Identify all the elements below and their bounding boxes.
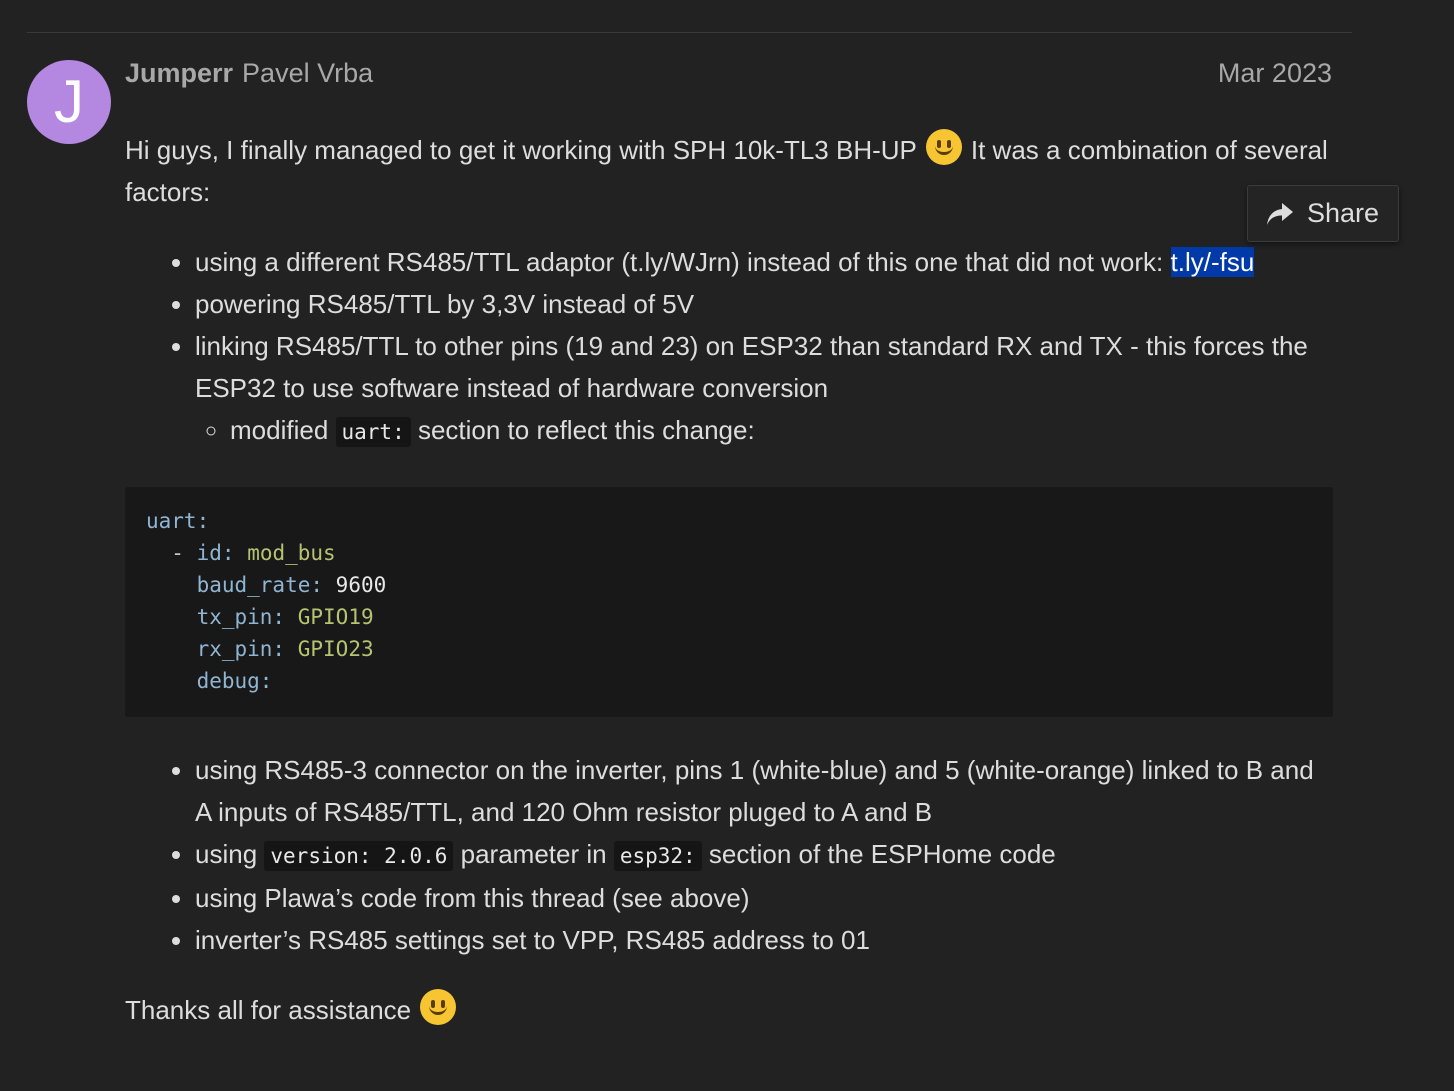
inline-code: esp32: — [613, 841, 702, 871]
code-block[interactable]: uart: - id: mod_bus baud_rate: 9600 tx_p… — [125, 487, 1333, 717]
list-item-text: using Plawa’s code from this thread (see… — [195, 883, 750, 913]
code-token: GPIO19 — [297, 605, 374, 629]
factor-list: using a different RS485/TTL adaptor (t.l… — [125, 241, 1333, 453]
list-item: using version: 2.0.6 parameter in esp32:… — [195, 833, 1333, 877]
list-item: inverter’s RS485 settings set to VPP, RS… — [195, 919, 1333, 961]
sub-list-item: modified uart: section to reflect this c… — [230, 409, 1333, 453]
share-label: Share — [1307, 198, 1380, 228]
code-token: baud_rate: — [196, 573, 324, 597]
list-item-text: using RS485-3 connector on the inverter,… — [195, 755, 1314, 827]
list-item-pre: using — [195, 839, 265, 869]
code-token: id: — [196, 541, 235, 565]
share-arrow-icon — [1267, 202, 1293, 225]
code-token: GPIO23 — [297, 637, 374, 661]
avatar-letter: J — [54, 68, 84, 135]
slight-smile-emoji-icon — [420, 989, 457, 1025]
list-item-text: powering RS485/TTL by 3,3V instead of 5V — [195, 289, 695, 319]
post-body: Hi guys, I finally managed to get it wor… — [125, 129, 1333, 1031]
adaptor-link[interactable]: t.ly/-fsu — [1170, 247, 1255, 277]
list-item: using a different RS485/TTL adaptor (t.l… — [195, 241, 1333, 283]
username[interactable]: Jumperr — [125, 58, 233, 89]
code-token: 9600 — [335, 573, 387, 597]
code-token: debug: — [196, 669, 273, 693]
inline-code: uart: — [335, 417, 411, 447]
post-date[interactable]: Mar 2023 — [1218, 58, 1332, 89]
sub-list: modified uart: section to reflect this c… — [195, 409, 1333, 453]
slight-smile-emoji-icon — [925, 129, 962, 165]
post-meta: Jumperr Pavel Vrba Mar 2023 — [125, 58, 1332, 94]
list-item: powering RS485/TTL by 3,3V instead of 5V — [195, 283, 1333, 325]
factor-list-2: using RS485-3 connector on the inverter,… — [125, 749, 1333, 961]
list-item: using Plawa’s code from this thread (see… — [195, 877, 1333, 919]
code-token: mod_bus — [247, 541, 336, 565]
list-item-post: section of the ESPHome code — [701, 839, 1056, 869]
code-token: rx_pin: — [196, 637, 286, 661]
avatar[interactable]: J — [27, 60, 111, 144]
list-item-text: using a different RS485/TTL adaptor (t.l… — [195, 247, 1171, 277]
thanks-text: Thanks all for assistance — [125, 995, 412, 1025]
intro-paragraph: Hi guys, I finally managed to get it wor… — [125, 129, 1333, 213]
thanks-paragraph: Thanks all for assistance — [125, 989, 1333, 1031]
sub-item-pre: modified — [230, 415, 336, 445]
share-button[interactable]: Share — [1247, 185, 1399, 242]
code-token: uart: — [146, 509, 210, 533]
list-item: using RS485-3 connector on the inverter,… — [195, 749, 1333, 833]
intro-text-1: Hi guys, I finally managed to get it wor… — [125, 135, 917, 165]
list-item: linking RS485/TTL to other pins (19 and … — [195, 325, 1333, 453]
inline-code: version: 2.0.6 — [264, 841, 454, 871]
code-token: - — [171, 541, 197, 565]
list-item-text: linking RS485/TTL to other pins (19 and … — [195, 331, 1308, 403]
list-item-mid: parameter in — [453, 839, 614, 869]
full-name: Pavel Vrba — [242, 58, 374, 88]
post-divider — [27, 32, 1352, 33]
list-item-text: inverter’s RS485 settings set to VPP, RS… — [195, 925, 870, 955]
code-token: tx_pin: — [196, 605, 286, 629]
sub-item-post: section to reflect this change: — [410, 415, 755, 445]
